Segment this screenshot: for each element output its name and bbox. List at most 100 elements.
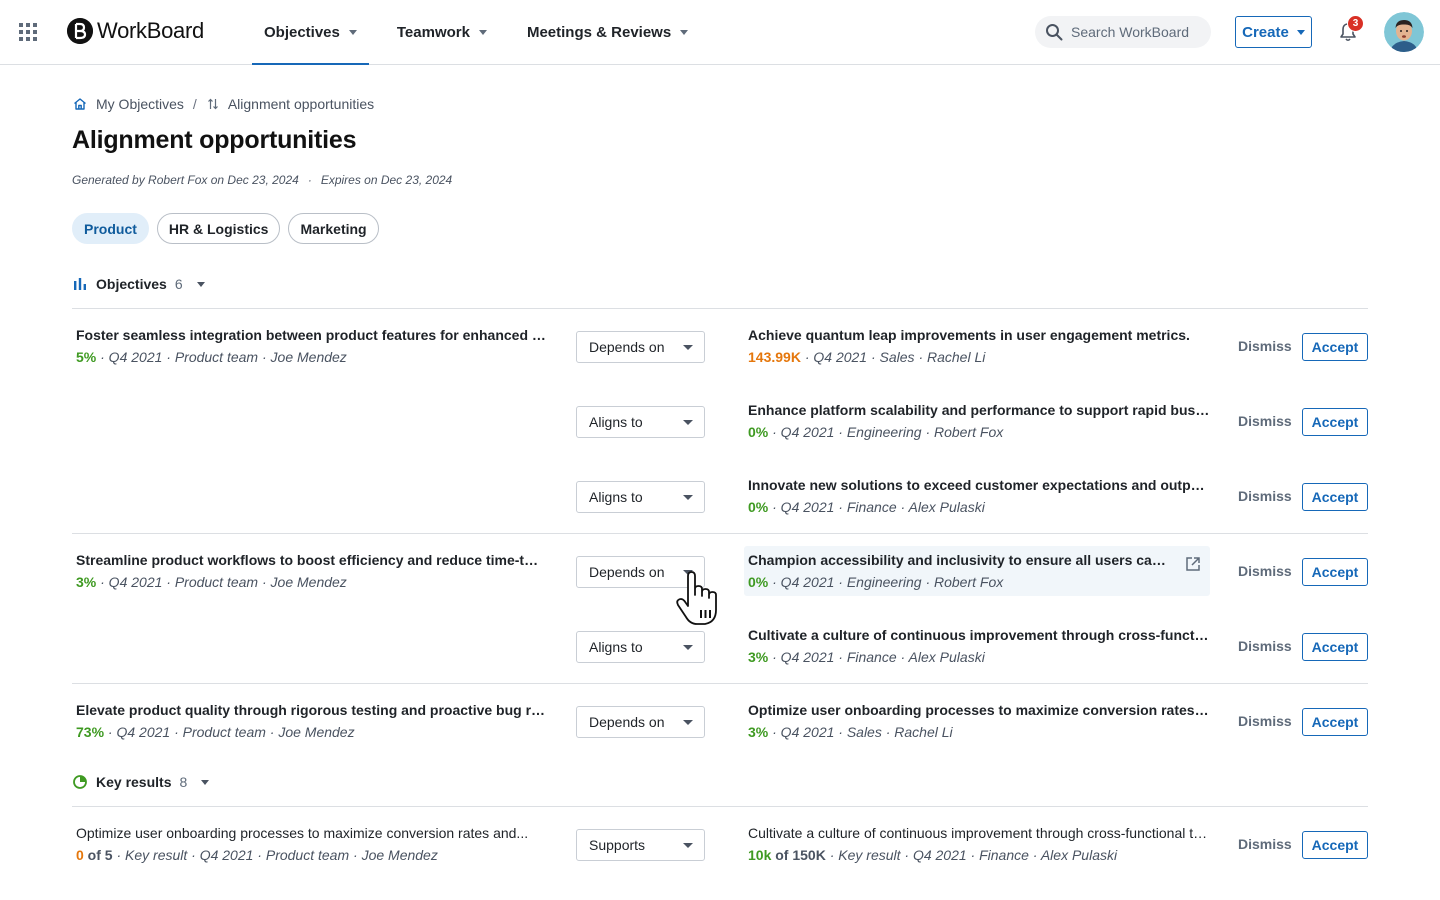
dismiss-button[interactable]: Dismiss [1238, 638, 1292, 654]
app-launcher-icon[interactable] [19, 23, 37, 41]
dismiss-button[interactable]: Dismiss [1238, 563, 1292, 579]
objective-details: · Q4 2021 · Product team · Joe Mendez [104, 724, 355, 740]
target-objective[interactable]: Innovate new solutions to exceed custome… [744, 471, 1210, 521]
create-button[interactable]: Create [1235, 16, 1312, 48]
target-objective-title: Enhance platform scalability and perform… [748, 402, 1210, 418]
target-objective-title: Cultivate a culture of continuous improv… [748, 627, 1210, 643]
source-key-result[interactable]: Optimize user onboarding processes to ma… [76, 825, 546, 863]
key-results-collapse-toggle[interactable] [201, 779, 210, 785]
relationship-select[interactable]: Aligns to [576, 631, 705, 663]
target-objective-meta: 143.99K · Q4 2021 · Sales · Rachel Li [748, 349, 1206, 365]
source-objective-title: Foster seamless integration between prod… [76, 327, 546, 343]
workboard-logo-icon [67, 18, 93, 44]
objectives-section-label: Objectives [96, 276, 167, 292]
target-objective-meta: 0% · Q4 2021 · Engineering · Robert Fox [748, 424, 1206, 440]
relationship-label: Aligns to [589, 414, 643, 430]
progress-total: of 5 [83, 847, 113, 863]
target-objective-title: Champion accessibility and inclusivity t… [748, 552, 1170, 568]
accept-button[interactable]: Accept [1302, 708, 1368, 736]
workboard-logo[interactable]: WorkBoard [67, 18, 204, 44]
source-objective-title: Elevate product quality through rigorous… [76, 702, 546, 718]
expires-info: Expires on Dec 23, 2024 [320, 173, 453, 187]
objectives-collapse-toggle[interactable] [196, 281, 205, 287]
dismiss-button[interactable]: Dismiss [1238, 836, 1292, 852]
breadcrumb-current: Alignment opportunities [206, 96, 374, 112]
target-objective-meta: 0% · Q4 2021 · Finance · Alex Pulaski [748, 499, 1206, 515]
accept-button[interactable]: Accept [1302, 558, 1368, 586]
alignment-icon [207, 98, 218, 110]
page-title: Alignment opportunities [72, 126, 357, 154]
target-objective-title: Optimize user onboarding processes to ma… [748, 702, 1210, 718]
pie-chart-icon [73, 775, 87, 789]
search-input[interactable] [1071, 24, 1201, 40]
progress-total: of 150K [771, 847, 826, 863]
team-filter-chips: Product HR & Logistics Marketing [72, 213, 387, 244]
breadcrumb-current-label: Alignment opportunities [227, 96, 375, 112]
source-objective[interactable]: Elevate product quality through rigorous… [76, 702, 546, 740]
accept-button[interactable]: Accept [1302, 408, 1368, 436]
filter-chip-hr-logistics[interactable]: HR & Logistics [156, 213, 281, 244]
accept-button[interactable]: Accept [1302, 483, 1368, 511]
target-objective[interactable]: Optimize user onboarding processes to ma… [744, 696, 1210, 746]
progress-value: 0% [748, 574, 769, 590]
user-avatar[interactable] [1384, 12, 1424, 52]
target-objective[interactable]: Cultivate a culture of continuous improv… [744, 621, 1210, 671]
accept-button[interactable]: Accept [1302, 333, 1368, 361]
relationship-select[interactable]: Aligns to [576, 481, 705, 513]
filter-chip-marketing[interactable]: Marketing [288, 213, 379, 244]
breadcrumb-my-objectives-label: My Objectives [96, 96, 184, 112]
source-key-result-meta: 0 of 5 · Key result · Q4 2021 · Product … [76, 847, 546, 863]
target-key-result-title: Cultivate a culture of continuous improv… [748, 825, 1210, 841]
progress-current: 10k [748, 847, 772, 863]
breadcrumb-my-objectives[interactable]: My Objectives [72, 96, 184, 112]
search-box[interactable] [1035, 16, 1211, 48]
nav-meetings-reviews[interactable]: Meetings & Reviews [515, 0, 700, 64]
app-name: WorkBoard [97, 18, 204, 43]
objective-details: · Q4 2021 · Product team · Joe Mendez [96, 574, 347, 590]
progress-value: 3% [76, 574, 97, 590]
accept-button[interactable]: Accept [1302, 633, 1368, 661]
progress-value: 3% [748, 649, 769, 665]
source-objective[interactable]: Foster seamless integration between prod… [76, 327, 546, 365]
nav-objectives[interactable]: Objectives [252, 0, 369, 65]
dismiss-button[interactable]: Dismiss [1238, 338, 1292, 354]
open-external-icon[interactable] [1184, 555, 1202, 573]
objective-details: · Q4 2021 · Sales · Rachel Li [800, 349, 986, 365]
accept-button[interactable]: Accept [1302, 831, 1368, 859]
divider [72, 806, 1368, 807]
relationship-select[interactable]: Depends on [576, 706, 705, 738]
hand-pointer-cursor-icon [676, 571, 717, 625]
relationship-select[interactable]: Supports [576, 829, 705, 861]
dismiss-button[interactable]: Dismiss [1238, 488, 1292, 504]
objective-details: · Q4 2021 · Product team · Joe Mendez [96, 349, 347, 365]
main-nav: Objectives Teamwork Meetings & Reviews [252, 0, 716, 65]
target-objective[interactable]: Achieve quantum leap improvements in use… [744, 321, 1210, 371]
chevron-down-icon [680, 29, 689, 35]
nav-teamwork[interactable]: Teamwork [385, 0, 499, 64]
relationship-select[interactable]: Depends on [576, 331, 705, 363]
filter-chip-product[interactable]: Product [72, 213, 149, 244]
target-objective-meta: 3% · Q4 2021 · Sales · Rachel Li [748, 724, 1206, 740]
dismiss-button[interactable]: Dismiss [1238, 413, 1292, 429]
source-objective[interactable]: Streamline product workflows to boost ef… [76, 552, 546, 590]
target-objective-meta: 3% · Q4 2021 · Finance · Alex Pulaski [748, 649, 1206, 665]
target-objective[interactable]: Champion accessibility and inclusivity t… [744, 546, 1210, 596]
nav-teamwork-label: Teamwork [396, 23, 470, 41]
target-key-result[interactable]: Cultivate a culture of continuous improv… [744, 819, 1210, 869]
chevron-down-icon [348, 29, 357, 35]
page-meta: Generated by Robert Fox on Dec 23, 2024 … [72, 173, 452, 187]
relationship-select[interactable]: Aligns to [576, 406, 705, 438]
notification-count-badge: 3 [1347, 15, 1364, 32]
chevron-down-icon [478, 29, 487, 35]
nav-objectives-label: Objectives [264, 23, 340, 41]
objective-details: · Q4 2021 · Engineering · Robert Fox [768, 424, 1004, 440]
relationship-label: Depends on [589, 339, 665, 355]
dismiss-button[interactable]: Dismiss [1238, 713, 1292, 729]
target-objective[interactable]: Enhance platform scalability and perform… [744, 396, 1210, 446]
chevron-down-icon [683, 843, 693, 848]
chevron-down-icon [683, 645, 693, 650]
relationship-label: Depends on [589, 714, 665, 730]
target-objective-title: Achieve quantum leap improvements in use… [748, 327, 1190, 343]
source-key-result-title: Optimize user onboarding processes to ma… [76, 825, 529, 841]
divider [72, 533, 1368, 534]
